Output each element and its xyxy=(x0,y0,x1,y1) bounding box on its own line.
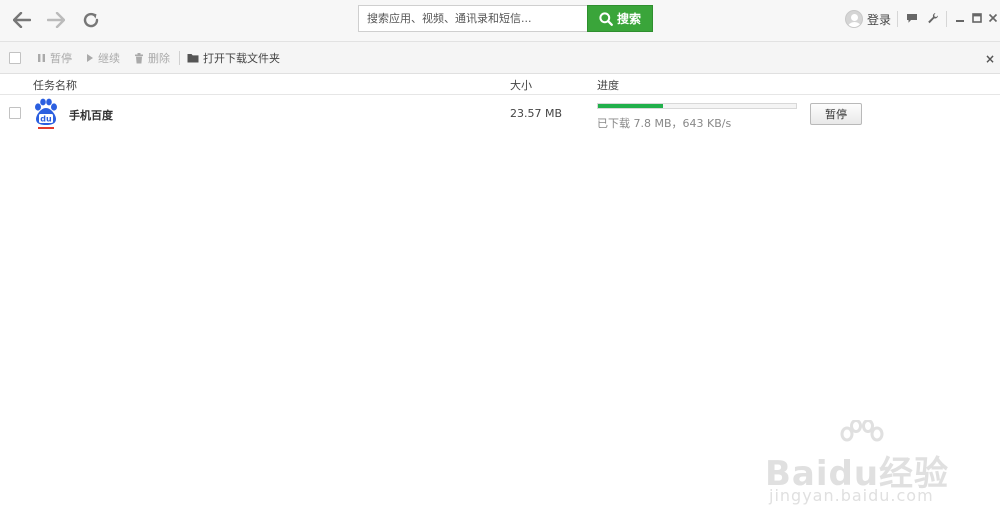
progress-fill xyxy=(598,104,664,108)
pause-all-button[interactable]: 暂停 xyxy=(37,51,72,65)
trash-icon xyxy=(135,52,143,63)
delete-button[interactable]: 删除 xyxy=(134,51,170,65)
maximize-icon xyxy=(972,13,982,23)
table-header: 任务名称 大小 进度 xyxy=(0,74,1000,95)
minimize-button[interactable] xyxy=(953,10,967,26)
title-bar: 搜索 登录 xyxy=(0,0,1000,42)
refresh-icon xyxy=(83,12,99,28)
resume-all-label: 继续 xyxy=(98,52,120,65)
open-folder-label: 打开下载文件夹 xyxy=(203,52,280,65)
login-label: 登录 xyxy=(867,12,892,27)
row-checkbox[interactable] xyxy=(9,107,21,119)
search-icon xyxy=(599,11,613,26)
wrench-icon xyxy=(928,13,938,24)
pause-task-button[interactable]: 暂停 xyxy=(810,103,862,125)
settings-button[interactable] xyxy=(926,10,940,26)
select-all-checkbox[interactable] xyxy=(9,52,21,64)
delete-label: 删除 xyxy=(148,52,170,65)
folder-icon xyxy=(187,54,199,63)
pause-all-label: 暂停 xyxy=(50,52,72,65)
avatar-icon xyxy=(845,10,863,28)
close-window-button[interactable] xyxy=(986,10,1000,26)
search-bar: 搜索 xyxy=(358,5,653,32)
feedback-button[interactable] xyxy=(905,10,919,26)
download-toolbar: 暂停 继续 删除 打开下载文件夹 × xyxy=(0,42,1000,74)
column-progress-header: 进度 xyxy=(597,79,619,92)
svg-text:du: du xyxy=(40,115,52,124)
arrow-left-icon xyxy=(13,12,31,28)
play-icon xyxy=(87,54,93,62)
refresh-button[interactable] xyxy=(79,9,103,31)
arrow-right-icon xyxy=(47,12,65,28)
progress-status: 已下载 7.8 MB，643 KB/s xyxy=(597,117,732,130)
login-button[interactable]: 登录 xyxy=(845,9,891,29)
watermark: Baidu经验 jingyan.baidu.com xyxy=(765,420,965,510)
close-icon xyxy=(988,13,998,23)
resume-all-button[interactable]: 继续 xyxy=(86,51,120,65)
column-name-header: 任务名称 xyxy=(33,79,77,92)
pause-icon xyxy=(38,54,45,62)
divider xyxy=(897,11,898,27)
task-name: 手机百度 xyxy=(69,109,113,122)
search-input[interactable] xyxy=(358,5,587,32)
task-size: 23.57 MB xyxy=(510,107,563,120)
column-size-header: 大小 xyxy=(510,79,532,92)
search-button[interactable]: 搜索 xyxy=(587,5,653,32)
back-button[interactable] xyxy=(10,9,34,31)
divider xyxy=(946,11,947,27)
table-row[interactable]: du 手机百度 23.57 MB 已下载 7.8 MB，643 KB/s 暂停 xyxy=(0,96,1000,134)
progress-bar xyxy=(597,103,797,109)
forward-button[interactable] xyxy=(44,9,68,31)
divider xyxy=(179,51,180,65)
open-folder-button[interactable]: 打开下载文件夹 xyxy=(187,51,280,65)
minimize-icon xyxy=(956,20,964,22)
close-panel-button[interactable]: × xyxy=(985,52,995,66)
chat-bubble-icon xyxy=(907,13,917,23)
search-button-label: 搜索 xyxy=(616,12,641,26)
maximize-button[interactable] xyxy=(970,10,984,26)
baidu-app-icon: du xyxy=(35,98,57,129)
watermark-url: jingyan.baidu.com xyxy=(769,486,934,505)
